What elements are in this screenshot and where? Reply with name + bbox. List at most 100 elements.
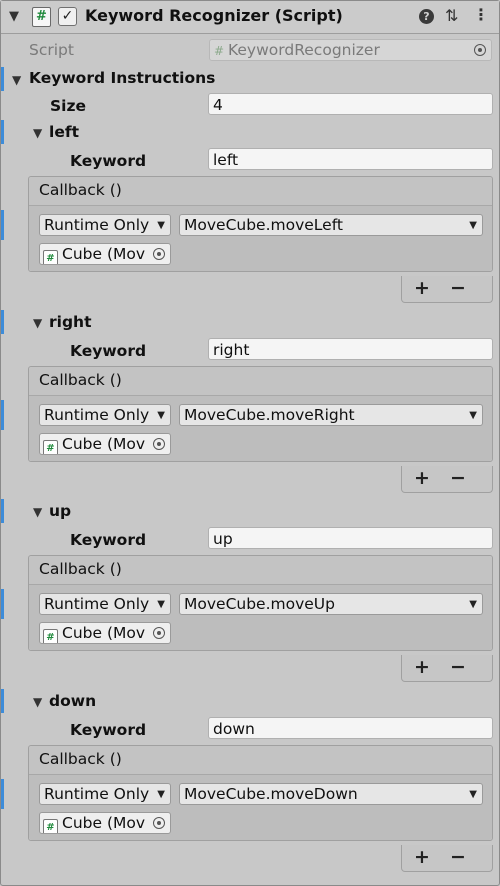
remove-button[interactable]: −: [450, 656, 466, 678]
add-button[interactable]: +: [414, 467, 430, 489]
callback-event: Callback () Runtime Only ▼ MoveCube.moveL…: [28, 176, 493, 272]
runtime-value: Runtime Only: [44, 406, 150, 424]
add-remove-controls: + −: [401, 276, 493, 303]
runtime-dropdown[interactable]: Runtime Only ▼: [39, 214, 171, 236]
script-icon: #: [43, 440, 58, 454]
dropdown-caret-icon: ▼: [157, 220, 165, 231]
help-icon[interactable]: ?: [419, 9, 434, 24]
dropdown-caret-icon: ▼: [469, 220, 477, 231]
target-object-value: Cube (Mov: [62, 814, 146, 832]
runtime-value: Runtime Only: [44, 595, 150, 613]
target-object-field[interactable]: # Cube (Mov: [39, 622, 171, 644]
script-icon: #: [43, 819, 58, 833]
keyword-label: Keyword: [70, 342, 147, 360]
add-button[interactable]: +: [414, 846, 430, 868]
modified-indicator: [1, 589, 4, 619]
object-picker-icon[interactable]: [153, 627, 165, 639]
remove-button[interactable]: −: [450, 846, 466, 868]
keyword-input[interactable]: left: [208, 148, 493, 170]
callback-event: Callback () Runtime Only ▼ MoveCube.moveR…: [28, 366, 493, 462]
script-icon: #: [43, 250, 58, 264]
function-value: MoveCube.moveDown: [184, 785, 358, 803]
modified-indicator: [1, 400, 4, 430]
remove-button[interactable]: −: [450, 467, 466, 489]
callback-label: Callback (): [39, 560, 122, 578]
keyword-input[interactable]: down: [208, 717, 493, 739]
element-header-right[interactable]: right: [49, 313, 92, 331]
script-file-icon: #: [214, 44, 225, 58]
script-field: # KeywordRecognizer: [209, 39, 492, 61]
dropdown-caret-icon: ▼: [469, 599, 477, 610]
target-object-field[interactable]: # Cube (Mov: [39, 243, 171, 265]
size-label: Size: [50, 97, 87, 115]
object-picker-icon[interactable]: [153, 817, 165, 829]
function-value: MoveCube.moveRight: [184, 406, 355, 424]
function-dropdown[interactable]: MoveCube.moveRight ▼: [179, 404, 483, 426]
dropdown-caret-icon: ▼: [157, 410, 165, 421]
target-object-value: Cube (Mov: [62, 624, 146, 642]
function-dropdown[interactable]: MoveCube.moveLeft ▼: [179, 214, 483, 236]
dropdown-caret-icon: ▼: [469, 789, 477, 800]
add-button[interactable]: +: [414, 277, 430, 299]
runtime-dropdown[interactable]: Runtime Only ▼: [39, 404, 171, 426]
expand-arrow-icon[interactable]: ▼: [33, 695, 42, 709]
runtime-value: Runtime Only: [44, 785, 150, 803]
runtime-value: Runtime Only: [44, 216, 150, 234]
target-object-field[interactable]: # Cube (Mov: [39, 433, 171, 455]
runtime-dropdown[interactable]: Runtime Only ▼: [39, 593, 171, 615]
dropdown-caret-icon: ▼: [157, 599, 165, 610]
element-header-down[interactable]: down: [49, 692, 96, 710]
add-button[interactable]: +: [414, 656, 430, 678]
runtime-dropdown[interactable]: Runtime Only ▼: [39, 783, 171, 805]
dropdown-caret-icon: ▼: [157, 789, 165, 800]
keyword-instructions-label[interactable]: Keyword Instructions: [29, 69, 215, 87]
remove-button[interactable]: −: [450, 277, 466, 299]
object-picker-icon[interactable]: [153, 438, 165, 450]
component-header: ▼ # ✓ Keyword Recognizer (Script) ? ⇅ ⋮: [1, 1, 499, 34]
modified-indicator: [1, 689, 4, 713]
object-picker-icon: [474, 44, 486, 56]
add-remove-controls: + −: [401, 655, 493, 682]
enabled-checkbox[interactable]: ✓: [58, 7, 77, 26]
keyword-label: Keyword: [70, 721, 147, 739]
target-object-field[interactable]: # Cube (Mov: [39, 812, 171, 834]
script-icon: #: [32, 7, 51, 27]
script-icon: #: [43, 629, 58, 643]
callback-event: Callback () Runtime Only ▼ MoveCube.moveU…: [28, 555, 493, 651]
modified-indicator: [1, 310, 4, 334]
keyword-input[interactable]: right: [208, 338, 493, 360]
expand-arrow-icon[interactable]: ▼: [33, 126, 42, 140]
modified-indicator: [1, 67, 4, 91]
add-remove-controls: + −: [401, 845, 493, 872]
modified-indicator: [1, 499, 4, 523]
callback-event: Callback () Runtime Only ▼ MoveCube.moveD…: [28, 745, 493, 841]
expand-arrow-icon[interactable]: ▼: [33, 505, 42, 519]
element-header-left[interactable]: left: [49, 123, 79, 141]
function-dropdown[interactable]: MoveCube.moveUp ▼: [179, 593, 483, 615]
expand-arrow-icon[interactable]: ▼: [33, 316, 42, 330]
collapse-icon[interactable]: ▼: [9, 9, 19, 24]
keyword-label: Keyword: [70, 152, 147, 170]
inspector-panel: ▼ # ✓ Keyword Recognizer (Script) ? ⇅ ⋮ …: [0, 0, 500, 886]
callback-label: Callback (): [39, 750, 122, 768]
target-object-value: Cube (Mov: [62, 435, 146, 453]
target-object-value: Cube (Mov: [62, 245, 146, 263]
function-value: MoveCube.moveUp: [184, 595, 335, 613]
modified-indicator: [1, 120, 4, 144]
element-header-up[interactable]: up: [49, 502, 71, 520]
presets-icon[interactable]: ⇅: [445, 6, 458, 25]
modified-indicator: [1, 779, 4, 809]
callback-label: Callback (): [39, 371, 122, 389]
object-picker-icon[interactable]: [153, 248, 165, 260]
keyword-label: Keyword: [70, 531, 147, 549]
dropdown-caret-icon: ▼: [469, 410, 477, 421]
keyword-input[interactable]: up: [208, 527, 493, 549]
context-menu-icon[interactable]: ⋮: [473, 5, 489, 24]
callback-label: Callback (): [39, 181, 122, 199]
function-dropdown[interactable]: MoveCube.moveDown ▼: [179, 783, 483, 805]
expand-arrow-icon[interactable]: ▼: [12, 73, 21, 87]
modified-indicator: [1, 210, 4, 240]
add-remove-controls: + −: [401, 466, 493, 493]
function-value: MoveCube.moveLeft: [184, 216, 343, 234]
size-input[interactable]: 4: [208, 93, 493, 115]
